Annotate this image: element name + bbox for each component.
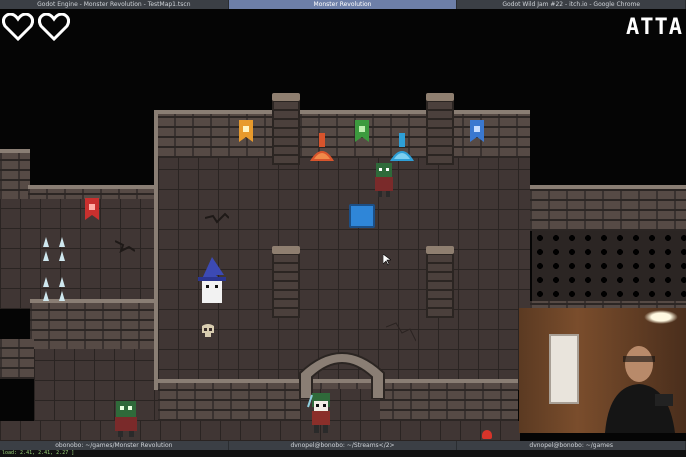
health-hearts bbox=[2, 13, 70, 41]
bottom-taskbar: obonobo: ~/games/Monster Revolution dvno… bbox=[0, 441, 686, 450]
goblin-enemy[interactable] bbox=[112, 401, 140, 437]
banner-icon bbox=[470, 120, 484, 142]
taskbar-tab-terminal-game[interactable]: obonobo: ~/games/Monster Revolution bbox=[0, 441, 229, 450]
taskbar-tab-chrome[interactable]: Godot Wild Jam #22 - itch.io - Google Ch… bbox=[457, 0, 686, 9]
wall-cap bbox=[0, 149, 30, 153]
wall-cap bbox=[28, 185, 158, 189]
system-load-status: load: 2.41, 2.41, 2.27 ] bbox=[0, 450, 686, 457]
east-wall bbox=[530, 187, 686, 231]
attack-label: ATTA bbox=[626, 15, 683, 40]
ceiling-lamp bbox=[644, 310, 678, 324]
wall-cap bbox=[530, 185, 686, 189]
streamer bbox=[605, 346, 675, 433]
left-edge-lower-wall bbox=[0, 339, 34, 379]
spike-trap bbox=[43, 237, 65, 301]
heart-outline-icon bbox=[38, 13, 70, 41]
heart-outline-icon bbox=[2, 13, 34, 41]
player-wizard[interactable] bbox=[194, 257, 230, 305]
west-floor bbox=[0, 199, 160, 309]
east-spike-pit bbox=[532, 231, 686, 307]
skull-icon bbox=[202, 324, 214, 337]
wall-cap bbox=[156, 110, 530, 114]
banner-icon bbox=[85, 198, 99, 220]
pillar-north-left bbox=[272, 93, 300, 165]
red-orb-item[interactable] bbox=[482, 430, 492, 439]
banner-icon bbox=[239, 120, 253, 142]
taskbar-tab-game[interactable]: Monster Revolution bbox=[228, 0, 458, 9]
skeleton-enemy[interactable] bbox=[306, 393, 336, 433]
top-taskbar: Godot Engine - Monster Revolution - Test… bbox=[0, 0, 686, 9]
pillar-center-left bbox=[272, 246, 300, 318]
pillar-north-right bbox=[426, 93, 454, 165]
west-lower-wall bbox=[30, 301, 158, 351]
floor-crack bbox=[115, 240, 135, 253]
taskbar-tab-godot-editor[interactable]: Godot Engine - Monster Revolution - Test… bbox=[0, 0, 229, 9]
blue-block[interactable] bbox=[349, 204, 375, 228]
taskbar-tab-terminal-games[interactable]: dvnopel@bonobo: ~/games bbox=[457, 441, 686, 450]
goblin-enemy[interactable] bbox=[372, 163, 396, 197]
floor-crack bbox=[386, 322, 416, 342]
taskbar-tab-terminal-streams[interactable]: dvnopel@bonobo: ~/Streams</2> bbox=[229, 441, 458, 450]
banner-icon bbox=[355, 120, 369, 142]
left-corridor-upper-wall bbox=[0, 151, 30, 201]
whiteboard bbox=[549, 334, 579, 404]
potion-icon[interactable] bbox=[386, 133, 418, 163]
webcam-overlay bbox=[519, 308, 686, 433]
floor-crack bbox=[205, 212, 229, 224]
south-archway bbox=[299, 352, 385, 399]
potion-icon[interactable] bbox=[306, 133, 338, 163]
pillar-center-right bbox=[426, 246, 454, 318]
bottom-corridor-floor bbox=[0, 421, 520, 441]
mouse-cursor-icon bbox=[383, 254, 391, 266]
